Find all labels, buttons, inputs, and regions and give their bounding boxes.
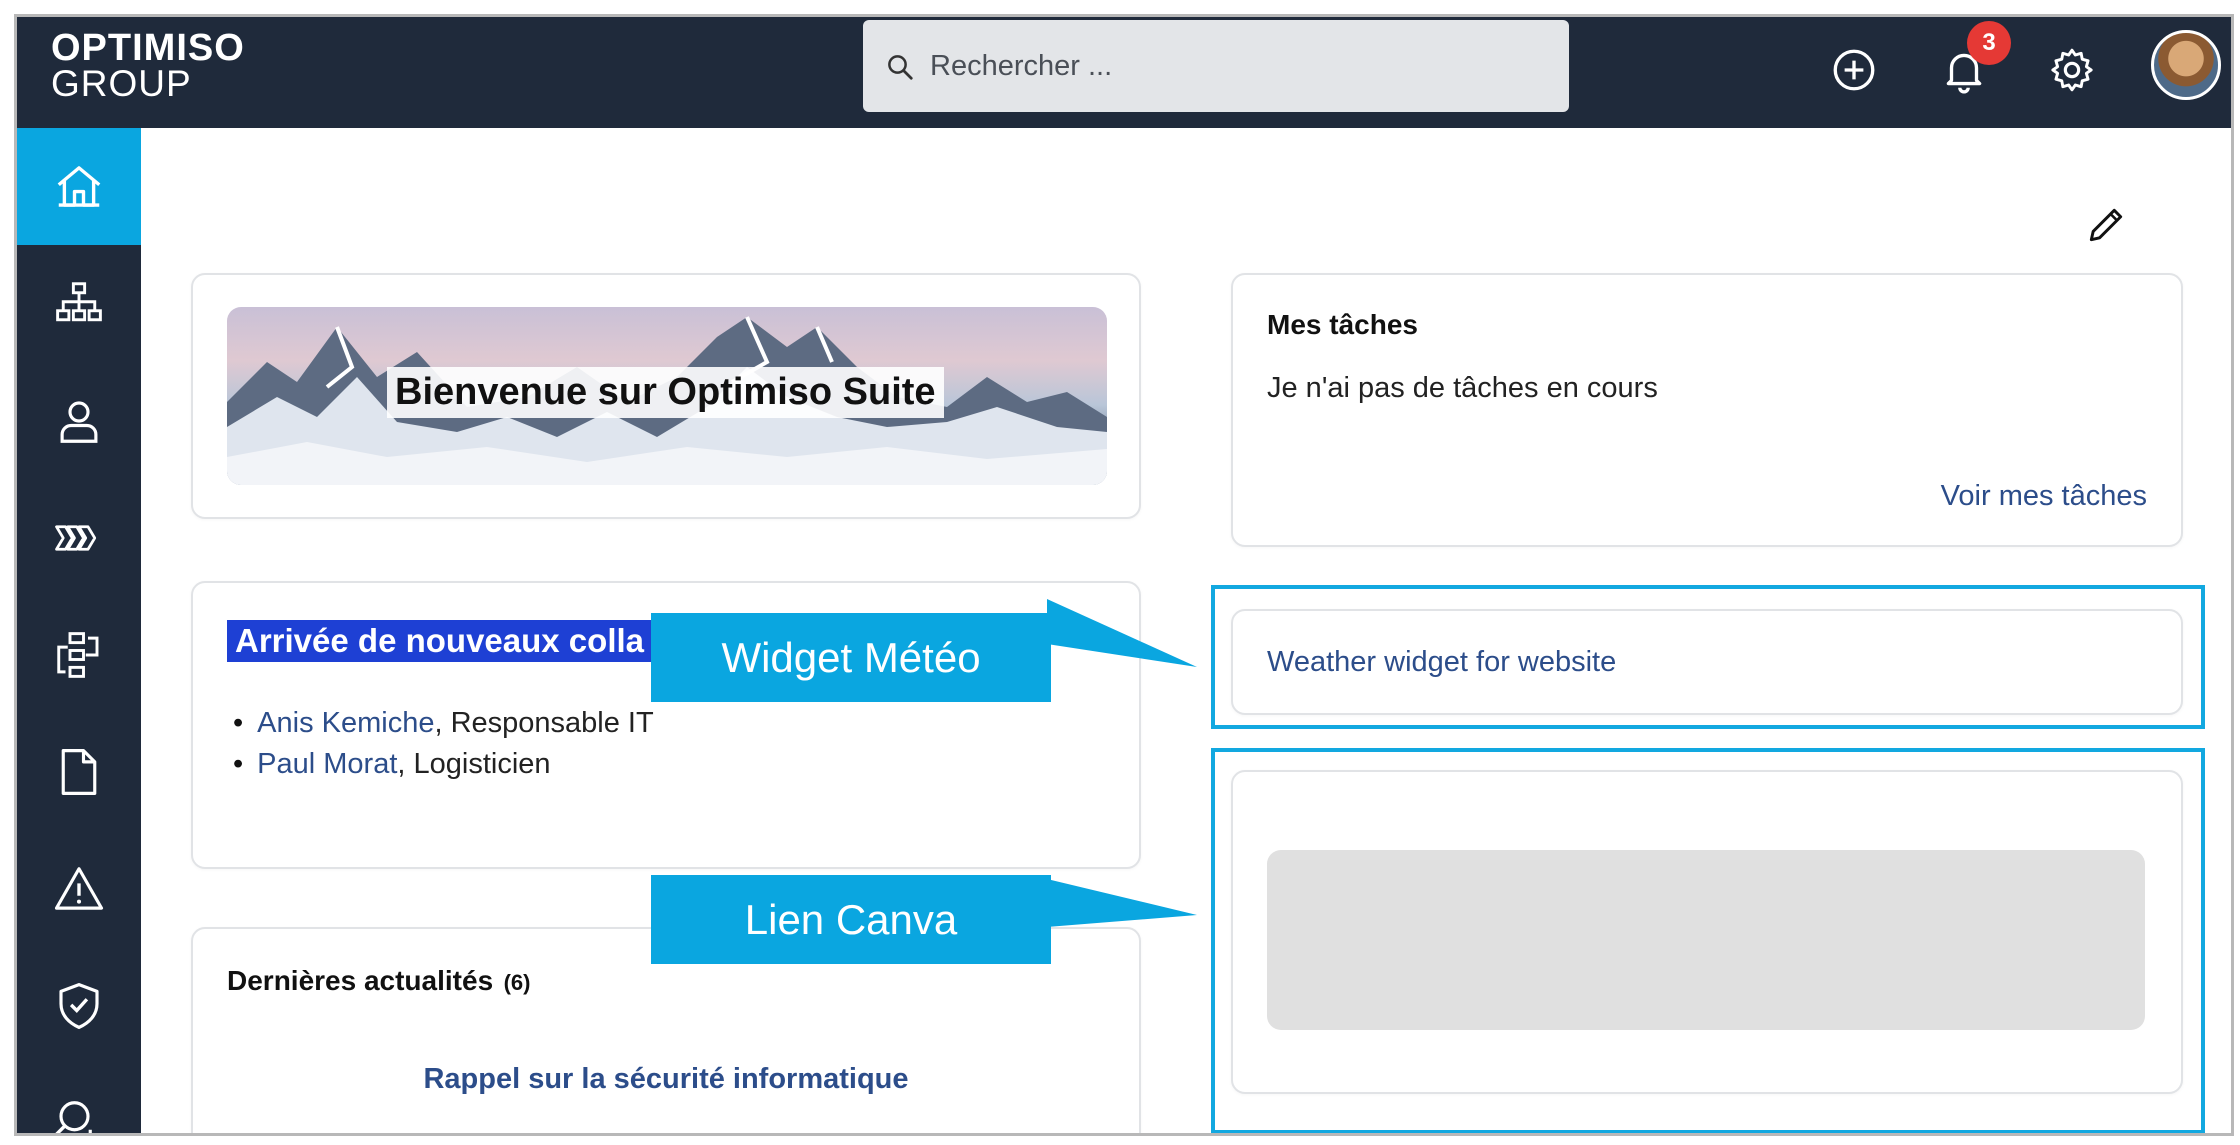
sidebar-item-users[interactable] xyxy=(17,362,141,479)
process-chevrons-icon xyxy=(55,524,97,551)
document-icon xyxy=(61,748,97,795)
search-input[interactable]: Rechercher ... xyxy=(863,20,1569,112)
top-bar: OPTIMISO GROUP Rechercher ... 3 xyxy=(17,17,2231,128)
news-title: Dernières actualités xyxy=(227,965,494,996)
welcome-banner: Bienvenue sur Optimiso Suite xyxy=(227,307,1107,485)
canva-callout: Lien Canva xyxy=(651,875,1051,964)
app-window: OPTIMISO GROUP Rechercher ... 3 Bienvenu… xyxy=(14,14,2234,1136)
warning-icon xyxy=(54,866,104,910)
welcome-card: Bienvenue sur Optimiso Suite xyxy=(191,273,1141,519)
person-role: , Responsable IT xyxy=(434,707,654,739)
weather-callout: Widget Météo xyxy=(651,613,1051,702)
person-link-paul[interactable]: Paul Morat xyxy=(257,748,397,780)
add-circle-icon[interactable] xyxy=(1829,45,1879,95)
home-icon xyxy=(57,165,101,207)
notification-badge: 3 xyxy=(1967,21,2011,65)
banner-title: Bienvenue sur Optimiso Suite xyxy=(387,367,944,418)
tasks-empty-text: Je n'ai pas de tâches en cours xyxy=(1267,372,1658,404)
newcomers-list: Anis Kemiche, Responsable IT Paul Morat,… xyxy=(233,707,654,789)
sidebar-item-org-chart[interactable] xyxy=(17,245,141,362)
canva-callout-arrow xyxy=(1047,879,1197,927)
sidebar-item-workflow[interactable] xyxy=(17,596,141,713)
weather-callout-arrow xyxy=(1047,599,1197,667)
news-header: Dernières actualités (6) xyxy=(227,965,530,997)
workflow-icon xyxy=(57,631,99,678)
sidebar-item-compliance[interactable] xyxy=(17,947,141,1064)
avatar[interactable] xyxy=(2151,30,2221,100)
tasks-title: Mes tâches xyxy=(1267,309,1418,340)
edit-pencil-icon[interactable] xyxy=(2084,203,2128,247)
shield-check-icon xyxy=(59,982,99,1029)
news-count: (6) xyxy=(503,970,531,995)
search-icon xyxy=(888,55,913,80)
news-item-link[interactable]: Rappel sur la sécurité informatique xyxy=(193,1063,1139,1096)
tasks-card: Mes tâches Je n'ai pas de tâches en cour… xyxy=(1231,273,2183,547)
canva-annotation-box xyxy=(1211,748,2205,1133)
logo-line2: GROUP xyxy=(51,63,192,104)
sidebar-item-audits[interactable] xyxy=(17,1064,141,1133)
sidebar-item-documents[interactable] xyxy=(17,713,141,830)
list-item: Paul Morat, Logisticien xyxy=(233,748,654,781)
person-role: , Logisticien xyxy=(397,748,551,780)
newcomers-title: Arrivée de nouveaux colla xyxy=(227,620,653,662)
person-link-anis[interactable]: Anis Kemiche xyxy=(257,707,434,739)
logo[interactable]: OPTIMISO GROUP xyxy=(51,29,245,102)
sidebar xyxy=(17,128,141,1133)
weather-annotation-box xyxy=(1211,585,2205,729)
org-chart-icon xyxy=(56,281,102,321)
view-tasks-link[interactable]: Voir mes tâches xyxy=(1941,480,2147,513)
search-placeholder: Rechercher ... xyxy=(930,50,1113,82)
search-analytics-icon xyxy=(55,1100,92,1133)
sidebar-item-home[interactable] xyxy=(17,128,141,245)
logo-line1: OPTIMISO xyxy=(51,27,245,69)
sidebar-item-risks[interactable] xyxy=(17,830,141,947)
sidebar-item-processes[interactable] xyxy=(17,479,141,596)
gear-icon[interactable] xyxy=(2047,45,2097,95)
user-icon xyxy=(60,400,98,443)
list-item: Anis Kemiche, Responsable IT xyxy=(233,707,654,740)
